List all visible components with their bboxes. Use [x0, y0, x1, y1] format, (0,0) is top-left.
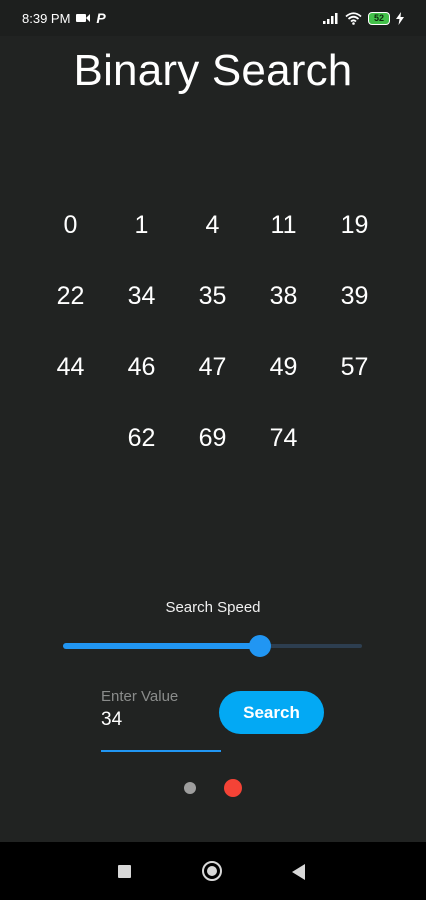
number-cell: 19 [340, 211, 369, 239]
signal-icon [323, 13, 338, 24]
battery-icon: 52 [368, 11, 390, 25]
number-cell: 57 [340, 353, 369, 381]
number-cell: 74 [269, 424, 298, 452]
number-cell: 69 [198, 424, 227, 452]
search-button[interactable]: Search [219, 691, 324, 734]
back-triangle-icon[interactable] [292, 864, 305, 880]
status-time: 8:39 PM [22, 10, 71, 26]
number-cell: 38 [269, 282, 298, 310]
page-indicator [0, 779, 426, 797]
status-bar: 8:39 PM P 52 [0, 0, 426, 36]
value-input[interactable] [101, 709, 219, 731]
video-camera-icon [76, 13, 91, 23]
navigation-bar [0, 842, 426, 900]
number-grid: 0 1 4 11 19 22 34 35 38 39 44 46 47 49 57 62 69 74 [35, 190, 391, 474]
recents-square-icon[interactable] [118, 865, 131, 878]
slider-active-track [63, 643, 261, 649]
number-cell: 62 [127, 424, 156, 452]
number-cell: 35 [198, 282, 227, 310]
number-cell: 49 [269, 353, 298, 381]
number-cell: 44 [56, 353, 85, 381]
status-left: 8:39 PM P [22, 10, 106, 26]
number-cell: 11 [270, 211, 297, 239]
p-app-icon: P [96, 10, 106, 26]
number-cell: 22 [56, 282, 85, 310]
number-cell: 46 [127, 353, 156, 381]
speed-label: Search Speed [165, 599, 261, 616]
number-cell: 39 [340, 282, 369, 310]
charging-bolt-icon [396, 11, 404, 25]
status-right: 52 [323, 11, 404, 25]
page-dot-active[interactable] [224, 779, 242, 797]
number-cell: 0 [63, 211, 78, 239]
wifi-icon [345, 11, 362, 25]
slider-thumb[interactable] [249, 635, 272, 657]
number-cell: 1 [134, 211, 149, 239]
number-cell: 34 [127, 282, 156, 310]
value-field-label: Enter Value [101, 688, 179, 705]
speed-slider[interactable] [63, 634, 362, 658]
value-field[interactable]: Enter Value [101, 688, 221, 752]
number-cell: 47 [198, 353, 227, 381]
number-cell: 4 [205, 211, 220, 239]
value-field-underline [101, 750, 221, 752]
page-dot-inactive[interactable] [184, 782, 196, 794]
page-title: Binary Search [73, 46, 353, 95]
home-circle-icon[interactable] [202, 861, 222, 881]
